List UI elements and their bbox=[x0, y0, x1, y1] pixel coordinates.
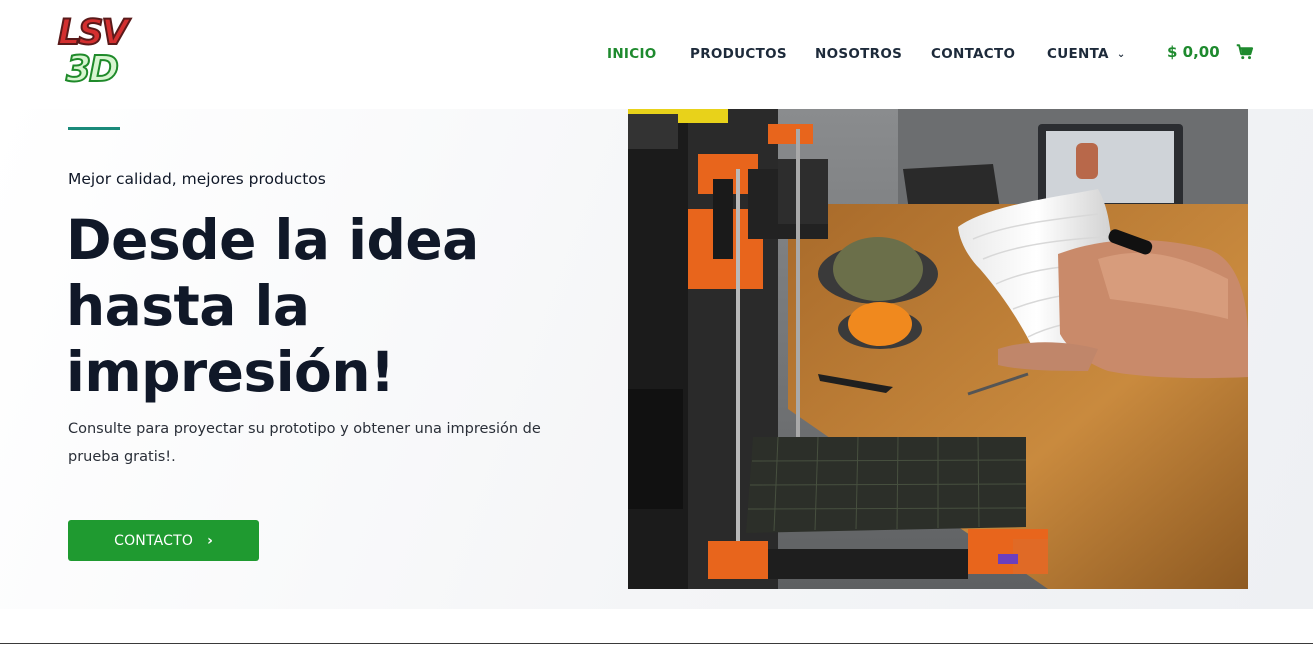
contacto-button-label: CONTACTO bbox=[114, 532, 194, 549]
page-divider bbox=[0, 643, 1313, 644]
nav-item-contacto[interactable]: CONTACTO bbox=[931, 46, 1015, 62]
nav-item-cuenta[interactable]: CUENTA ⌄ bbox=[1047, 46, 1126, 62]
shopping-cart-icon bbox=[1236, 44, 1253, 60]
logo-text-top: LSV bbox=[57, 13, 130, 53]
hero-description: Consulte para proyectar su prototipo y o… bbox=[68, 421, 541, 465]
contacto-button[interactable]: CONTACTO › bbox=[68, 520, 259, 561]
nav-item-nosotros[interactable]: NOSOTROS bbox=[815, 46, 902, 62]
cart-button[interactable]: $ 0,00 bbox=[1167, 43, 1254, 61]
hero-title: Desde la idea hasta la impresión! bbox=[66, 208, 479, 404]
cart-total: $ 0,00 bbox=[1167, 43, 1220, 61]
3d-printer-photo bbox=[628, 109, 1248, 589]
nav-item-productos[interactable]: PRODUCTOS bbox=[690, 46, 787, 62]
hero-section: Mejor calidad, mejores productos Desde l… bbox=[0, 109, 1313, 609]
hero-subtitle: Mejor calidad, mejores productos bbox=[68, 170, 326, 188]
printer-illustration bbox=[628, 109, 1248, 589]
logo-text-bottom: 3D bbox=[65, 49, 120, 90]
site-header: LSV 3D INICIO PRODUCTOS NOSOTROS CONTACT… bbox=[0, 0, 1313, 109]
accent-divider bbox=[68, 127, 120, 130]
chevron-down-icon: ⌄ bbox=[1116, 49, 1126, 60]
nav-item-inicio[interactable]: INICIO bbox=[607, 46, 657, 62]
brand-logo[interactable]: LSV 3D bbox=[56, 14, 136, 94]
chevron-right-icon: › bbox=[207, 532, 213, 549]
nav-item-cuenta-label: CUENTA bbox=[1047, 46, 1109, 62]
